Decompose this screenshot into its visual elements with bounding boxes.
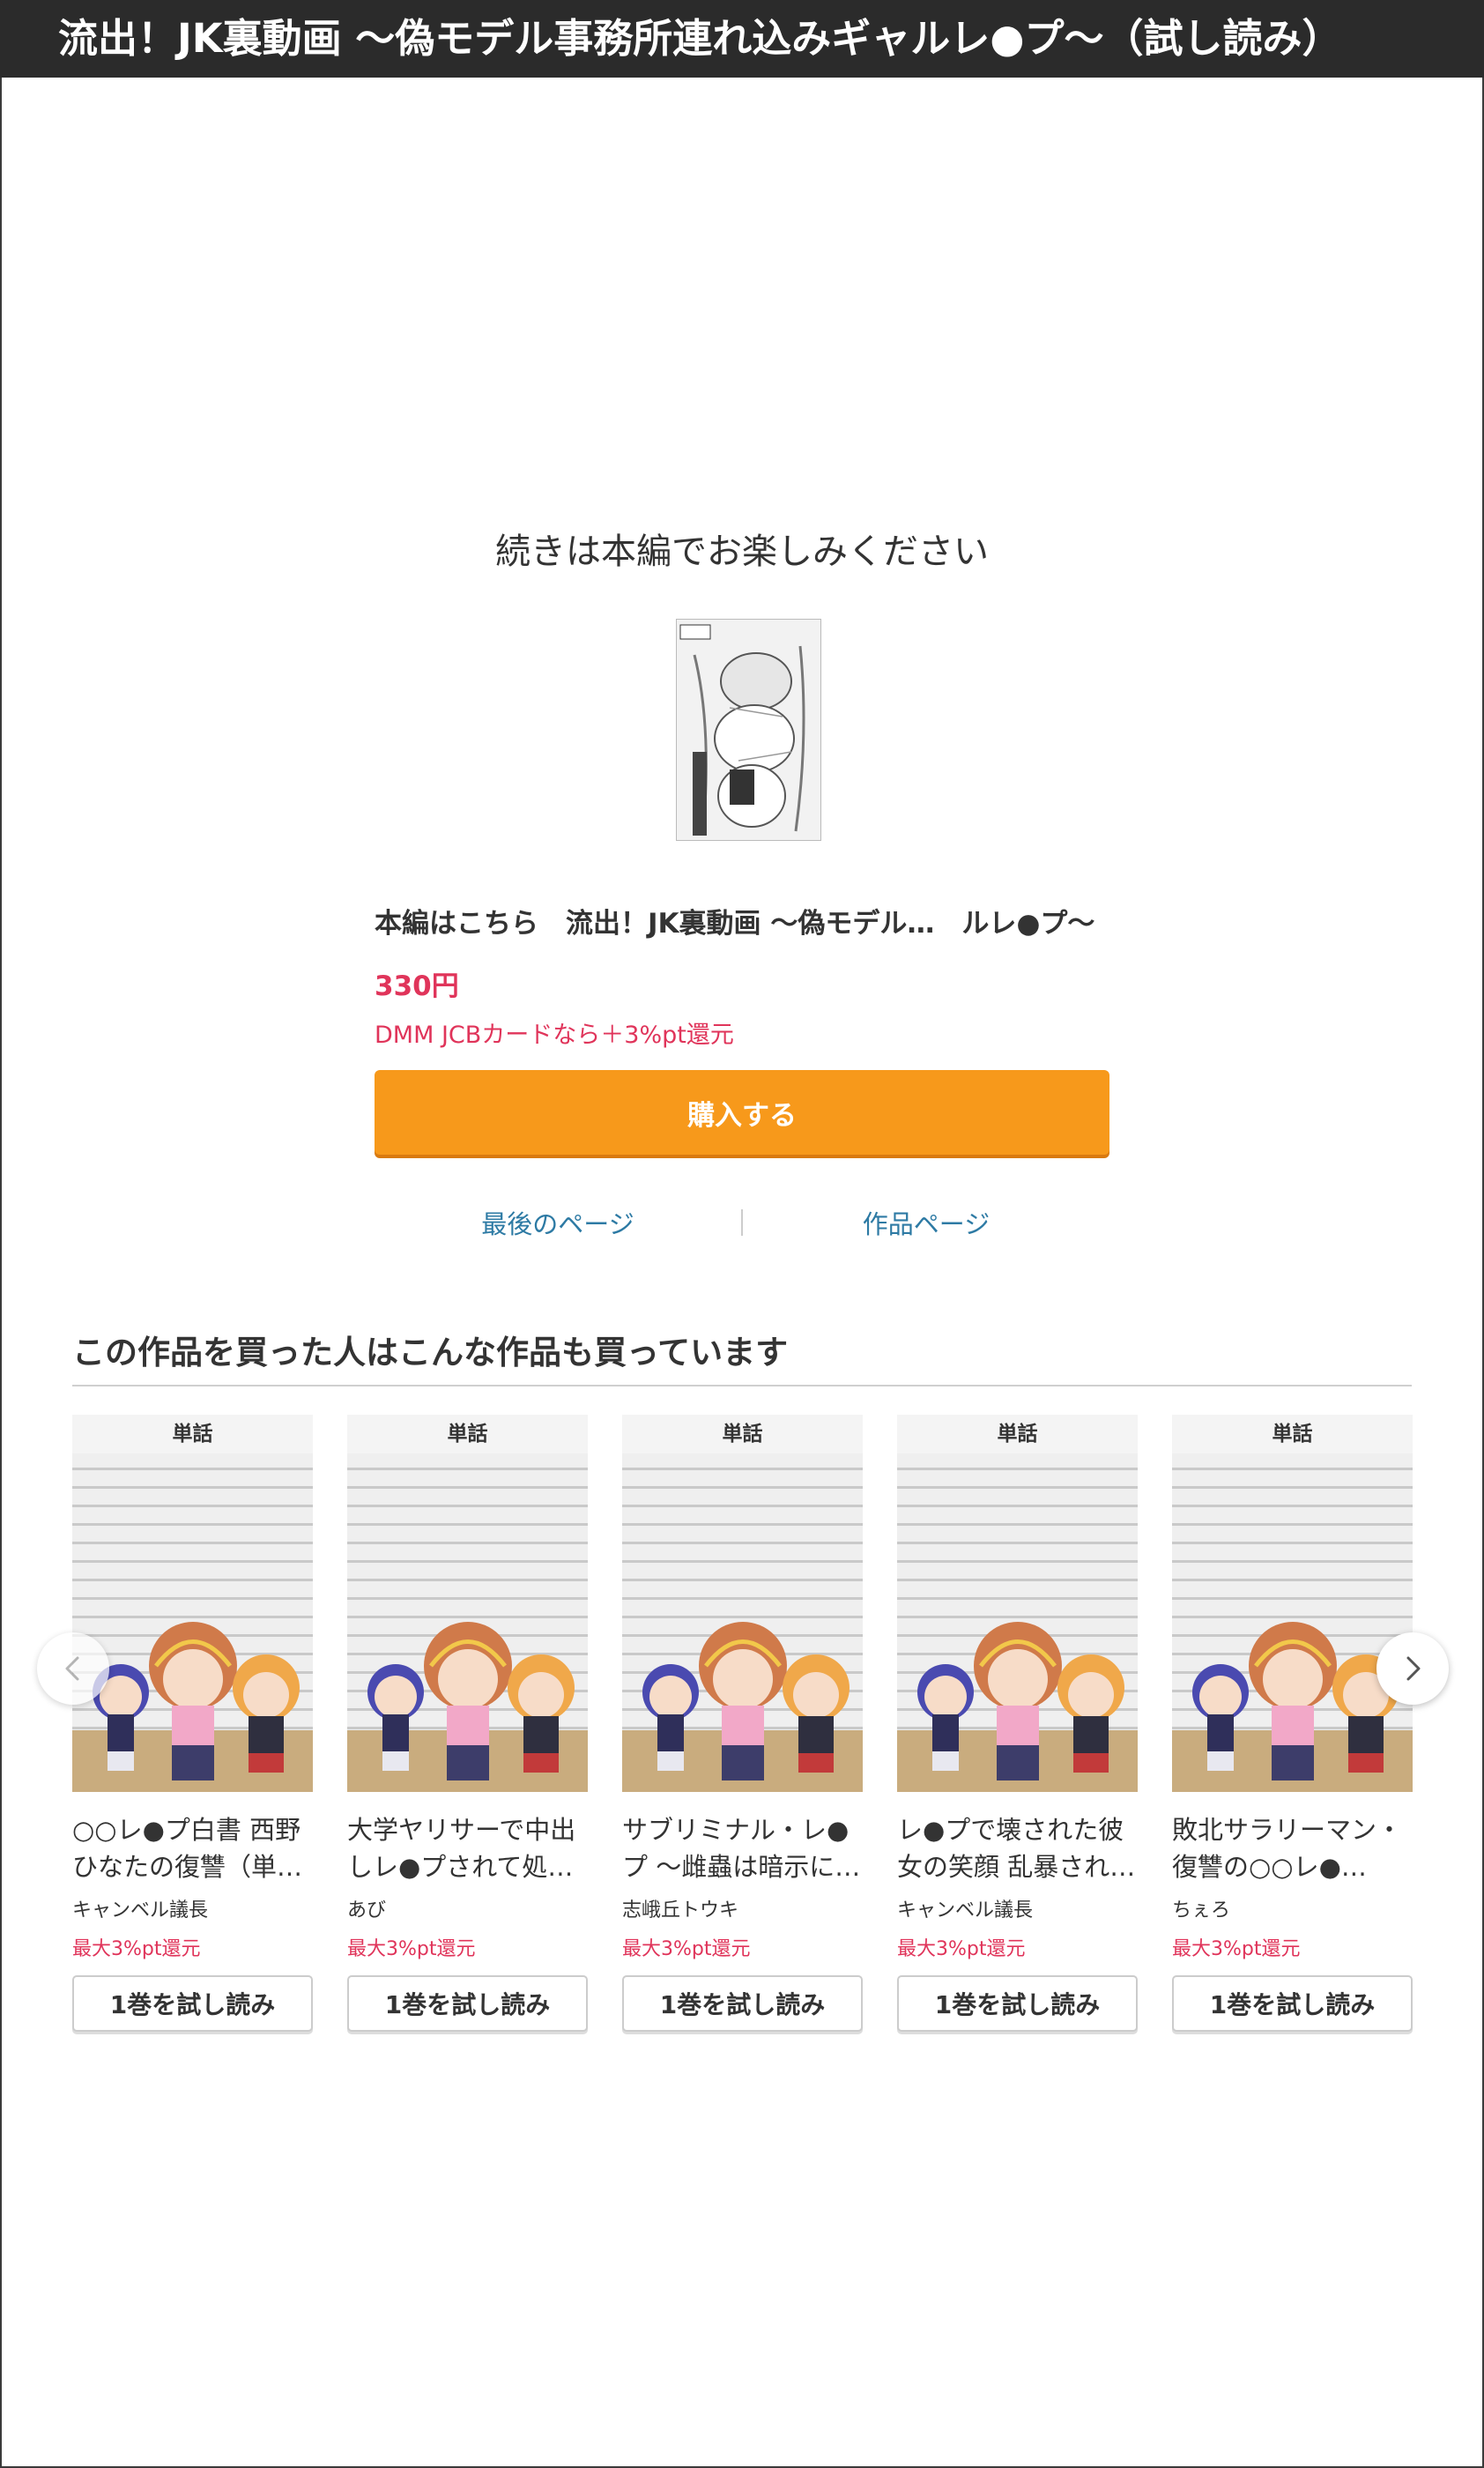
card-badge: 単話 <box>1172 1415 1413 1453</box>
product-title-link[interactable]: 本編はこちら 流出！JK裏動画 〜偽モデル… ルレ●プ〜 <box>375 901 1132 940</box>
page-title: 流出！JK裏動画 〜偽モデル事務所連れ込みギャルレ●プ〜（試し読み） <box>0 0 1484 78</box>
card-thumbnail[interactable]: 単話 <box>72 1415 313 1792</box>
continue-message: 続きは本編でお楽しみください <box>495 532 989 572</box>
card-title[interactable]: サブリミナル・レ●プ 〜雌蟲は暗示に… <box>622 1811 863 1885</box>
recommendation-card[interactable]: 単話 サブリミナル・レ●プ 〜雌蟲は暗示に… 志峨丘トウキ 最大3%pt還元 1… <box>622 1415 863 2032</box>
trial-read-button[interactable]: 1巻を試し読み <box>347 1975 588 2032</box>
characters-illustration <box>1192 1622 1399 1780</box>
card-author[interactable]: キャンベル議長 <box>72 1894 313 1922</box>
cover-illustration <box>677 620 820 840</box>
card-points: 最大3%pt還元 <box>897 1938 1026 1960</box>
card-thumbnail[interactable]: 単話 <box>897 1415 1138 1792</box>
card-badge: 単話 <box>347 1415 588 1453</box>
recommendations-divider <box>72 1385 1412 1386</box>
recommendation-card[interactable]: 単話 大学ヤリサーで中出しレ●プされて処… あび 最大3%pt還元 1巻を試し読… <box>347 1415 588 2032</box>
card-thumbnail[interactable]: 単話 <box>622 1415 863 1792</box>
card-badge: 単話 <box>897 1415 1138 1453</box>
chevron-right-icon <box>1406 1656 1421 1681</box>
trial-read-button[interactable]: 1巻を試し読み <box>1172 1975 1413 2032</box>
card-badge: 単話 <box>622 1415 863 1453</box>
card-author[interactable]: あび <box>347 1894 588 1922</box>
card-points: 最大3%pt還元 <box>1172 1938 1301 1960</box>
page-links: 最後のページ 作品ページ <box>375 1201 1109 1245</box>
card-author[interactable]: 志峨丘トウキ <box>622 1894 863 1922</box>
characters-illustration <box>93 1622 300 1780</box>
characters-illustration <box>917 1622 1124 1780</box>
trial-read-button[interactable]: 1巻を試し読み <box>622 1975 863 2032</box>
carousel-prev-button[interactable] <box>37 1632 109 1705</box>
buy-button[interactable]: 購入する <box>375 1070 1109 1155</box>
characters-illustration <box>367 1622 575 1780</box>
card-thumbnail[interactable]: 単話 <box>1172 1415 1413 1792</box>
recommendation-card[interactable]: 単話 レ●プで壊された彼女の笑顔 乱暴され… キャンベル議長 最大3%pt還元 … <box>897 1415 1138 2032</box>
recommendations-heading: この作品を買った人はこんな作品も買っています <box>72 1334 789 1372</box>
card-points: 最大3%pt還元 <box>622 1938 751 1960</box>
card-thumbnail[interactable]: 単話 <box>347 1415 588 1792</box>
last-page-link[interactable]: 最後のページ <box>375 1204 741 1241</box>
card-author[interactable]: キャンベル議長 <box>897 1894 1138 1922</box>
card-title[interactable]: ○○レ●プ白書 西野ひなたの復讐（単… <box>72 1811 313 1885</box>
product-cover-image[interactable] <box>676 619 821 841</box>
trial-read-button[interactable]: 1巻を試し読み <box>72 1975 313 2032</box>
recommendations-carousel: 単話 ○○レ●プ白書 西野ひなたの復讐（単… キャンベル議長 最大3%pt還元 … <box>72 1415 1413 2032</box>
card-author[interactable]: ちぇろ <box>1172 1894 1413 1922</box>
trial-read-button[interactable]: 1巻を試し読み <box>897 1975 1138 2032</box>
price-text: 330円 <box>375 970 459 1002</box>
recommendation-card[interactable]: 単話 敗北サラリーマン・復讐の○○レ●… ちぇろ 最大3%pt還元 1巻を試し読… <box>1172 1415 1413 2032</box>
card-title[interactable]: レ●プで壊された彼女の笑顔 乱暴され… <box>897 1811 1138 1885</box>
recommendation-card[interactable]: 単話 ○○レ●プ白書 西野ひなたの復讐（単… キャンベル議長 最大3%pt還元 … <box>72 1415 313 2032</box>
chevron-left-icon <box>65 1656 79 1681</box>
work-page-link[interactable]: 作品ページ <box>743 1204 1109 1241</box>
point-rebate-note: DMM JCBカードなら＋3%pt還元 <box>375 1022 734 1049</box>
card-points: 最大3%pt還元 <box>72 1938 201 1960</box>
card-title[interactable]: 大学ヤリサーで中出しレ●プされて処… <box>347 1811 588 1885</box>
characters-illustration <box>642 1622 850 1780</box>
card-title[interactable]: 敗北サラリーマン・復讐の○○レ●… <box>1172 1811 1413 1885</box>
card-badge: 単話 <box>72 1415 313 1453</box>
card-points: 最大3%pt還元 <box>347 1938 476 1960</box>
carousel-next-button[interactable] <box>1376 1632 1449 1705</box>
